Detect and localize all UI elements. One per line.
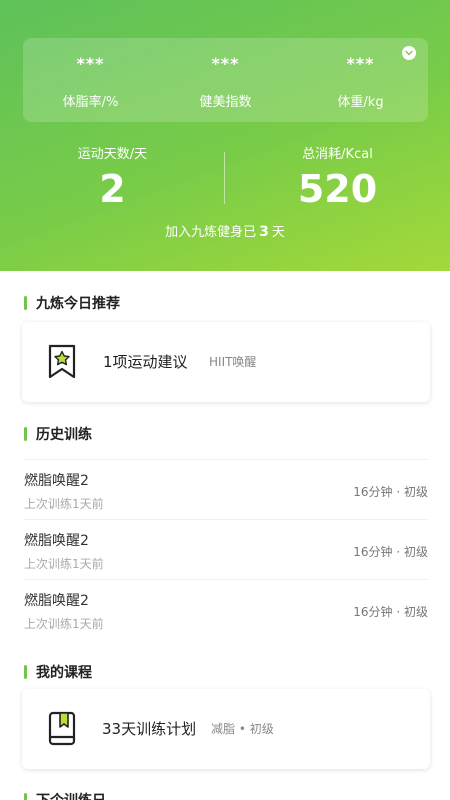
- joined-prefix: 加入九炼健身已: [165, 225, 257, 240]
- metric-body-fat: *** 体脂率/%: [23, 38, 158, 122]
- metric-fitness-index: *** 健美指数: [158, 38, 293, 122]
- history-item-subtitle: 上次训练1天前: [24, 557, 104, 571]
- section-title-courses: 我的课程: [24, 663, 92, 681]
- body-metrics-panel[interactable]: *** 体脂率/% *** 健美指数 *** 体重/kg: [23, 38, 428, 122]
- section-accent-bar: [24, 793, 27, 800]
- stat-value: 2: [99, 167, 126, 211]
- card-title: 1项运动建议: [103, 353, 188, 371]
- section-title-text: 历史训练: [36, 427, 92, 443]
- chevron-down-icon[interactable]: [402, 46, 416, 60]
- card-subtitle: HIIT唤醒: [209, 355, 257, 369]
- section-accent-bar: [24, 427, 27, 441]
- history-item-meta: 16分钟 · 初级: [353, 485, 428, 499]
- history-item-title: 燃脂唤醒2: [24, 533, 89, 549]
- stats-header: *** 体脂率/% *** 健美指数 *** 体重/kg 运动天数/天 2 总消…: [0, 0, 450, 271]
- card-title: 33天训练计划: [102, 720, 197, 738]
- history-item-title: 燃脂唤醒2: [24, 593, 89, 609]
- history-item-title: 燃脂唤醒2: [24, 473, 89, 489]
- today-recommendation-card[interactable]: 1项运动建议 HIIT唤醒: [22, 322, 430, 402]
- metric-value: ***: [211, 54, 240, 73]
- history-item[interactable]: 燃脂唤醒2 上次训练1天前 16分钟 · 初级: [24, 519, 428, 579]
- section-title-text: 九炼今日推荐: [36, 296, 120, 312]
- section-title-next-training-day: 下个训练日: [24, 791, 106, 800]
- metric-label: 体重/kg: [337, 95, 384, 110]
- history-item[interactable]: 燃脂唤醒2 上次训练1天前 16分钟 · 初级: [24, 579, 428, 639]
- metric-label: 体脂率/%: [62, 95, 119, 110]
- metric-label: 健美指数: [199, 95, 252, 110]
- stat-label: 总消耗/Kcal: [302, 147, 373, 162]
- section-title-today: 九炼今日推荐: [24, 294, 120, 312]
- joined-suffix: 天: [271, 225, 285, 240]
- metric-value: ***: [76, 54, 105, 73]
- joined-days: 3: [259, 224, 269, 240]
- total-calories-stat: 总消耗/Kcal 520: [225, 143, 450, 212]
- stat-label: 运动天数/天: [77, 147, 148, 162]
- course-card[interactable]: 33天训练计划 减脂 • 初级: [22, 689, 430, 769]
- star-bookmark-icon: [47, 344, 77, 380]
- card-subtitle: 减脂 • 初级: [211, 722, 274, 736]
- section-title-text: 我的课程: [36, 665, 92, 681]
- history-item[interactable]: 燃脂唤醒2 上次训练1天前 16分钟 · 初级: [24, 459, 428, 519]
- section-accent-bar: [24, 665, 27, 679]
- section-accent-bar: [24, 296, 27, 310]
- history-item-meta: 16分钟 · 初级: [353, 545, 428, 559]
- book-icon: [47, 711, 77, 747]
- history-item-subtitle: 上次训练1天前: [24, 617, 104, 631]
- exercise-days-stat: 运动天数/天 2: [0, 143, 225, 212]
- history-item-subtitle: 上次训练1天前: [24, 497, 104, 511]
- section-title-text: 下个训练日: [36, 790, 106, 800]
- joined-days-text: 加入九炼健身已 3 天: [0, 221, 450, 240]
- stat-value: 520: [297, 167, 378, 211]
- section-title-history: 历史训练: [24, 425, 92, 443]
- history-item-meta: 16分钟 · 初级: [353, 605, 428, 619]
